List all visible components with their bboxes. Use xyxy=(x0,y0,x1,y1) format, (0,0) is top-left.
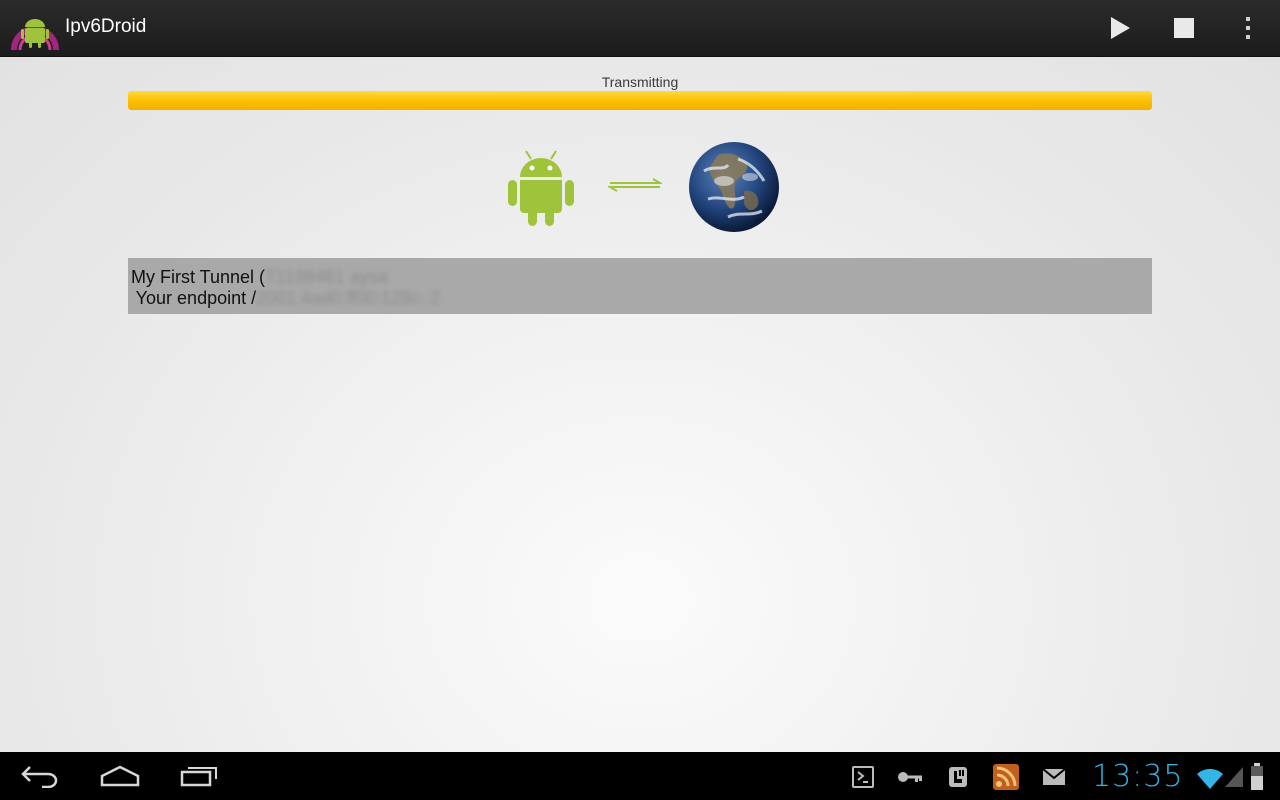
tunnel-name: My First Tunnel xyxy=(131,267,255,287)
mail-icon xyxy=(1042,768,1066,785)
wifi-signal-icon xyxy=(1197,768,1223,789)
android-robot-icon xyxy=(508,150,574,226)
progress-bar-fill xyxy=(128,91,1152,110)
app-logo-icon[interactable] xyxy=(10,6,60,52)
home-button[interactable] xyxy=(88,756,152,796)
stop-button[interactable] xyxy=(1156,0,1212,56)
mail-notification[interactable] xyxy=(1041,764,1067,790)
home-icon xyxy=(100,765,140,787)
back-button[interactable] xyxy=(8,756,72,796)
endpoint-address-redacted: 2001:4ad0:ff00:128c::2 xyxy=(256,288,440,308)
status-label: Transmitting xyxy=(601,74,679,90)
cell-signal-icon xyxy=(1225,767,1243,787)
tunnel-list-item[interactable]: My First Tunnel (T1198461 aysa Your endp… xyxy=(128,258,1152,314)
main-content: Transmitting My First Tunnel (T1198461 a… xyxy=(0,57,1280,752)
voip-notification[interactable] xyxy=(945,764,971,790)
vpn-key-notification[interactable] xyxy=(897,764,923,790)
voip-icon xyxy=(949,767,967,787)
status-clock[interactable]: 13:35 xyxy=(1092,759,1183,794)
tunnel-name-line: My First Tunnel (T1198461 aysa xyxy=(131,267,388,288)
progress-bar xyxy=(128,91,1152,110)
earth-globe-icon xyxy=(689,142,779,232)
tunnel-id-redacted: T1198461 aysa xyxy=(265,267,388,287)
tunnel-id-prefix: ( xyxy=(254,267,266,287)
overflow-menu-icon xyxy=(1246,17,1250,39)
rss-notification[interactable] xyxy=(993,764,1019,790)
key-icon xyxy=(898,772,922,782)
action-bar: Ipv6Droid xyxy=(0,0,1280,57)
play-icon xyxy=(1111,17,1130,39)
overflow-menu-button[interactable] xyxy=(1220,0,1276,56)
battery-icon xyxy=(1251,763,1263,790)
stop-icon xyxy=(1174,18,1194,38)
rss-icon xyxy=(993,764,1019,790)
recent-apps-button[interactable] xyxy=(168,756,232,796)
terminal-icon xyxy=(852,766,874,788)
bidirectional-arrows-icon xyxy=(608,178,662,192)
app-title: Ipv6Droid xyxy=(65,16,147,37)
start-button[interactable] xyxy=(1092,0,1148,56)
endpoint-label: Your endpoint / xyxy=(131,288,257,308)
system-navigation-bar: 13:35 xyxy=(0,752,1280,800)
tunnel-endpoint-line: Your endpoint /2001:4ad0:ff00:128c::2 xyxy=(131,288,440,309)
recent-apps-icon xyxy=(180,767,217,787)
back-icon xyxy=(21,766,58,788)
terminal-notification[interactable] xyxy=(850,764,876,790)
